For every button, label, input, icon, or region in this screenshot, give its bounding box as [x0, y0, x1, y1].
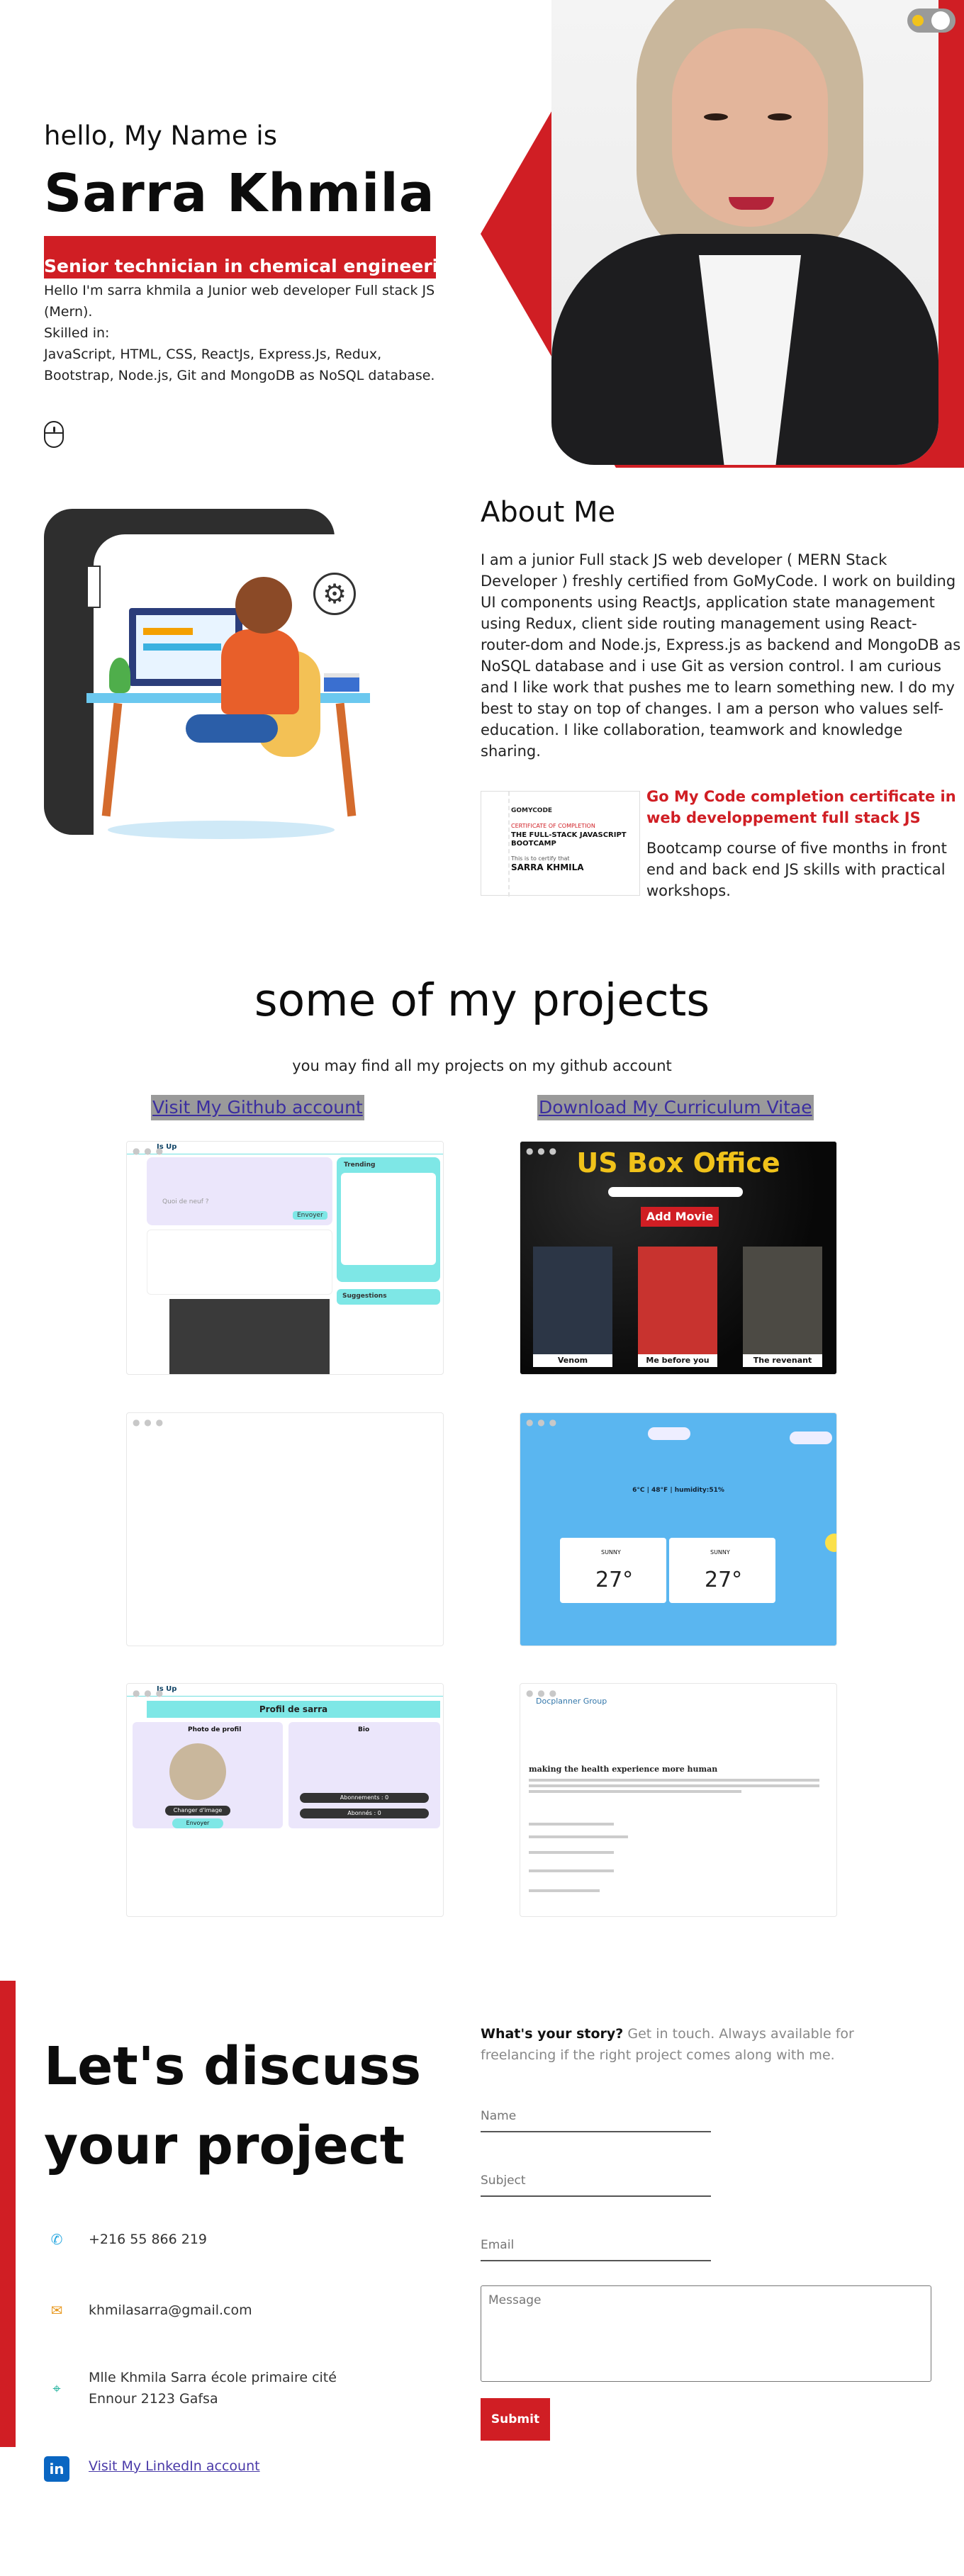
linkedin-link[interactable]: Visit My LinkedIn account	[89, 2458, 260, 2474]
cv-download-link[interactable]: Download My Curriculum Vitae	[537, 1095, 814, 1120]
phone-icon: ✆	[50, 2231, 63, 2248]
project-card-blank[interactable]: ● ● ●	[126, 1412, 444, 1646]
hero-intro: Hello I'm sarra khmila a Junior web deve…	[44, 283, 435, 383]
gear-icon: ⚙	[313, 573, 356, 615]
cloud-icon	[648, 1427, 690, 1440]
projects-title: some of my projects	[254, 974, 710, 1026]
project-card-social[interactable]: Is Up Quoi de neuf ? Envoyer Trending Su…	[126, 1141, 444, 1375]
scroll-mouse-icon[interactable]	[44, 421, 64, 448]
greeting: hello, My Name is	[44, 120, 277, 151]
books-icon	[324, 673, 359, 692]
email-address: khmilasarra@gmail.com	[89, 2302, 252, 2318]
plant-icon	[109, 658, 130, 693]
contact-heading: Let's discuss your project	[44, 2036, 422, 2176]
mail-icon: ✉	[50, 2302, 63, 2319]
search-input	[608, 1187, 743, 1197]
sun-icon	[912, 15, 924, 26]
theme-toggle[interactable]	[907, 9, 955, 33]
project-card-docplanner[interactable]: Docplanner Group making the health exper…	[520, 1683, 837, 1917]
role-text: Senior technician in chemical engineerin…	[44, 256, 464, 276]
profile-photo	[551, 0, 938, 465]
cloud-icon	[790, 1432, 832, 1444]
toggle-knob	[931, 11, 950, 30]
contact-intro: What's your story? Get in touch. Always …	[481, 2026, 854, 2063]
avatar	[169, 1743, 226, 1800]
hero-name: Sarra Khmila	[44, 163, 435, 224]
name-field[interactable]	[481, 2101, 711, 2132]
certificate-image: GOMYCODE CERTIFICATE OF COMPLETION THE F…	[481, 791, 640, 896]
project-card-box-office[interactable]: US Box Office Add Movie Venom Me before …	[520, 1141, 837, 1375]
linkedin-icon[interactable]: in	[44, 2456, 69, 2482]
certificate-text: Bootcamp course of five months in front …	[646, 840, 947, 899]
location-icon: ⌖	[52, 2380, 61, 2397]
github-link[interactable]: Visit My Github account	[151, 1095, 364, 1120]
about-text: I am a junior Full stack JS web develope…	[481, 551, 961, 760]
project-card-profile[interactable]: Is Up Profil de sarra Photo de profil Bi…	[126, 1683, 444, 1917]
subject-field[interactable]	[481, 2166, 711, 2197]
certificate-title: Go My Code completion certificate in web…	[646, 788, 956, 826]
postal-address: Mlle Khmila Sarra école primaire cité En…	[89, 2370, 337, 2407]
projects-subtitle: you may find all my projects on my githu…	[292, 1057, 672, 1074]
email-field[interactable]	[481, 2230, 711, 2261]
video-thumbnail	[169, 1299, 330, 1374]
submit-button[interactable]: Submit	[481, 2398, 550, 2441]
project-card-weather[interactable]: 6°C | 48°F | humidity:51% SUNNY 27° SUNN…	[520, 1412, 837, 1646]
sun-icon	[825, 1534, 836, 1552]
role-banner: Senior technician in chemical engineerin…	[44, 236, 464, 279]
about-title: About Me	[481, 496, 616, 529]
phone-number: +216 55 866 219	[89, 2232, 208, 2247]
contact-red-stripe	[0, 1981, 16, 2447]
developer-illustration: ⚙	[44, 509, 384, 849]
hero-section: hello, My Name is Sarra Khmila Senior te…	[0, 0, 964, 468]
message-field[interactable]	[481, 2285, 931, 2382]
